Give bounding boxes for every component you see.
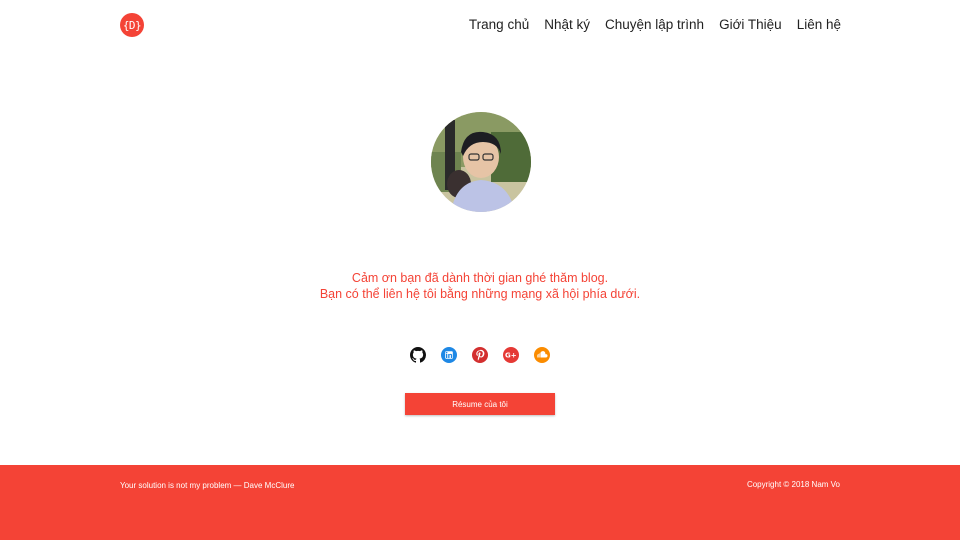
site-footer: Your solution is not my problem — Dave M… <box>0 465 960 540</box>
nav-item-programming[interactable]: Chuyện lập trình <box>605 17 704 33</box>
soundcloud-icon[interactable] <box>534 347 550 363</box>
avatar <box>431 112 531 212</box>
message-line-2: Bạn có thể liên hệ tôi bằng những mạng x… <box>319 287 641 301</box>
social-links: G+ <box>410 347 550 363</box>
github-icon[interactable] <box>410 347 426 363</box>
footer-copyright: Copyright © 2018 Nam Vo <box>746 480 840 489</box>
nav-item-home[interactable]: Trang chủ <box>469 17 529 33</box>
site-logo[interactable]: {D} <box>120 13 144 37</box>
contact-message: Cảm ơn bạn đã dành thời gian ghé thăm bl… <box>0 270 960 302</box>
svg-text:G+: G+ <box>505 352 517 360</box>
main-nav: Trang chủ Nhật ký Chuyện lập trình Giới … <box>469 17 841 33</box>
avatar-photo <box>431 112 531 212</box>
resume-button[interactable]: Résume của tôi <box>405 393 555 415</box>
nav-item-contact[interactable]: Liên hệ <box>797 17 841 33</box>
nav-item-diary[interactable]: Nhật ký <box>544 17 590 33</box>
footer-quote: Your solution is not my problem — Dave M… <box>120 481 295 490</box>
linkedin-icon[interactable] <box>441 347 457 363</box>
message-line-1: Cảm ơn bạn đã dành thời gian ghé thăm bl… <box>351 271 609 285</box>
nav-item-about[interactable]: Giới Thiệu <box>719 17 782 33</box>
google-plus-icon[interactable]: G+ <box>503 347 519 363</box>
pinterest-icon[interactable] <box>472 347 488 363</box>
site-header: {D} Trang chủ Nhật ký Chuyện lập trình G… <box>0 0 960 52</box>
